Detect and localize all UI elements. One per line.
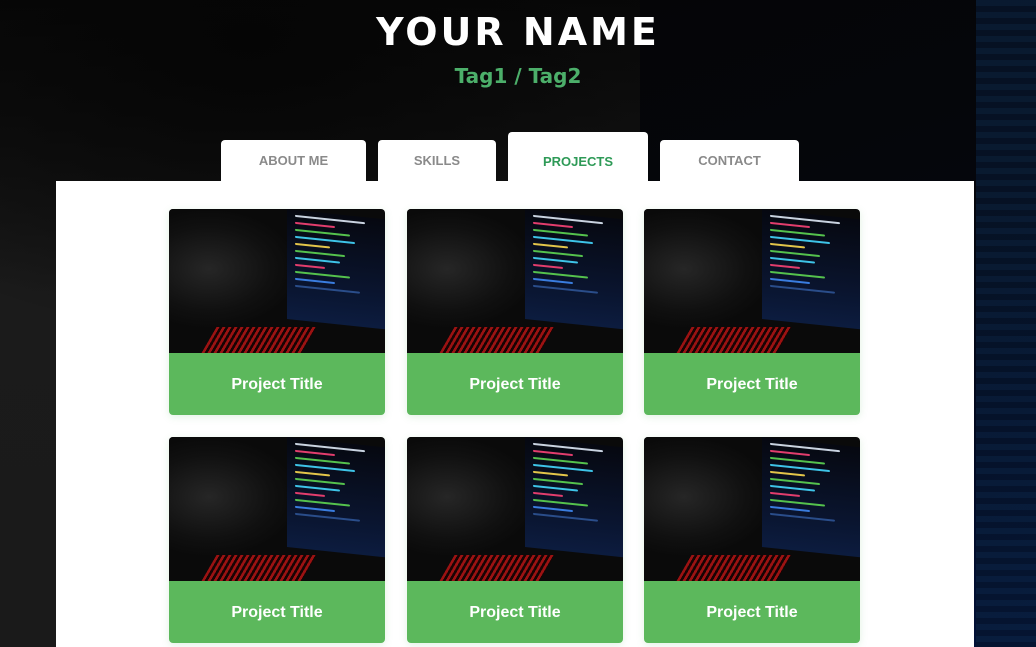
tab-label: CONTACT xyxy=(698,153,761,168)
tab-about-me[interactable]: ABOUT ME xyxy=(221,140,366,181)
tab-label: PROJECTS xyxy=(542,154,614,169)
project-card[interactable]: Project Title xyxy=(407,437,623,643)
project-title: Project Title xyxy=(644,581,860,643)
tab-label: ABOUT ME xyxy=(258,153,329,168)
project-thumbnail xyxy=(644,437,860,581)
project-thumbnail xyxy=(644,209,860,353)
tab-skills[interactable]: SKILLS xyxy=(378,140,496,181)
project-title: Project Title xyxy=(169,581,385,643)
project-thumbnail xyxy=(407,209,623,353)
tab-label: SKILLS xyxy=(413,153,461,168)
site-owner-name: YOUR NAME xyxy=(376,10,660,54)
project-card[interactable]: Project Title xyxy=(169,437,385,643)
site-tags: Tag1 / Tag2 xyxy=(454,64,582,88)
tab-projects[interactable]: PROJECTS xyxy=(508,132,648,181)
project-card[interactable]: Project Title xyxy=(407,209,623,415)
project-card[interactable]: Project Title xyxy=(169,209,385,415)
project-title: Project Title xyxy=(644,353,860,415)
project-card[interactable]: Project Title xyxy=(644,437,860,643)
project-thumbnail xyxy=(407,437,623,581)
project-thumbnail xyxy=(169,209,385,353)
tab-contact[interactable]: CONTACT xyxy=(660,140,799,181)
project-title: Project Title xyxy=(407,353,623,415)
project-card[interactable]: Project Title xyxy=(644,209,860,415)
project-thumbnail xyxy=(169,437,385,581)
project-title: Project Title xyxy=(407,581,623,643)
project-title: Project Title xyxy=(169,353,385,415)
